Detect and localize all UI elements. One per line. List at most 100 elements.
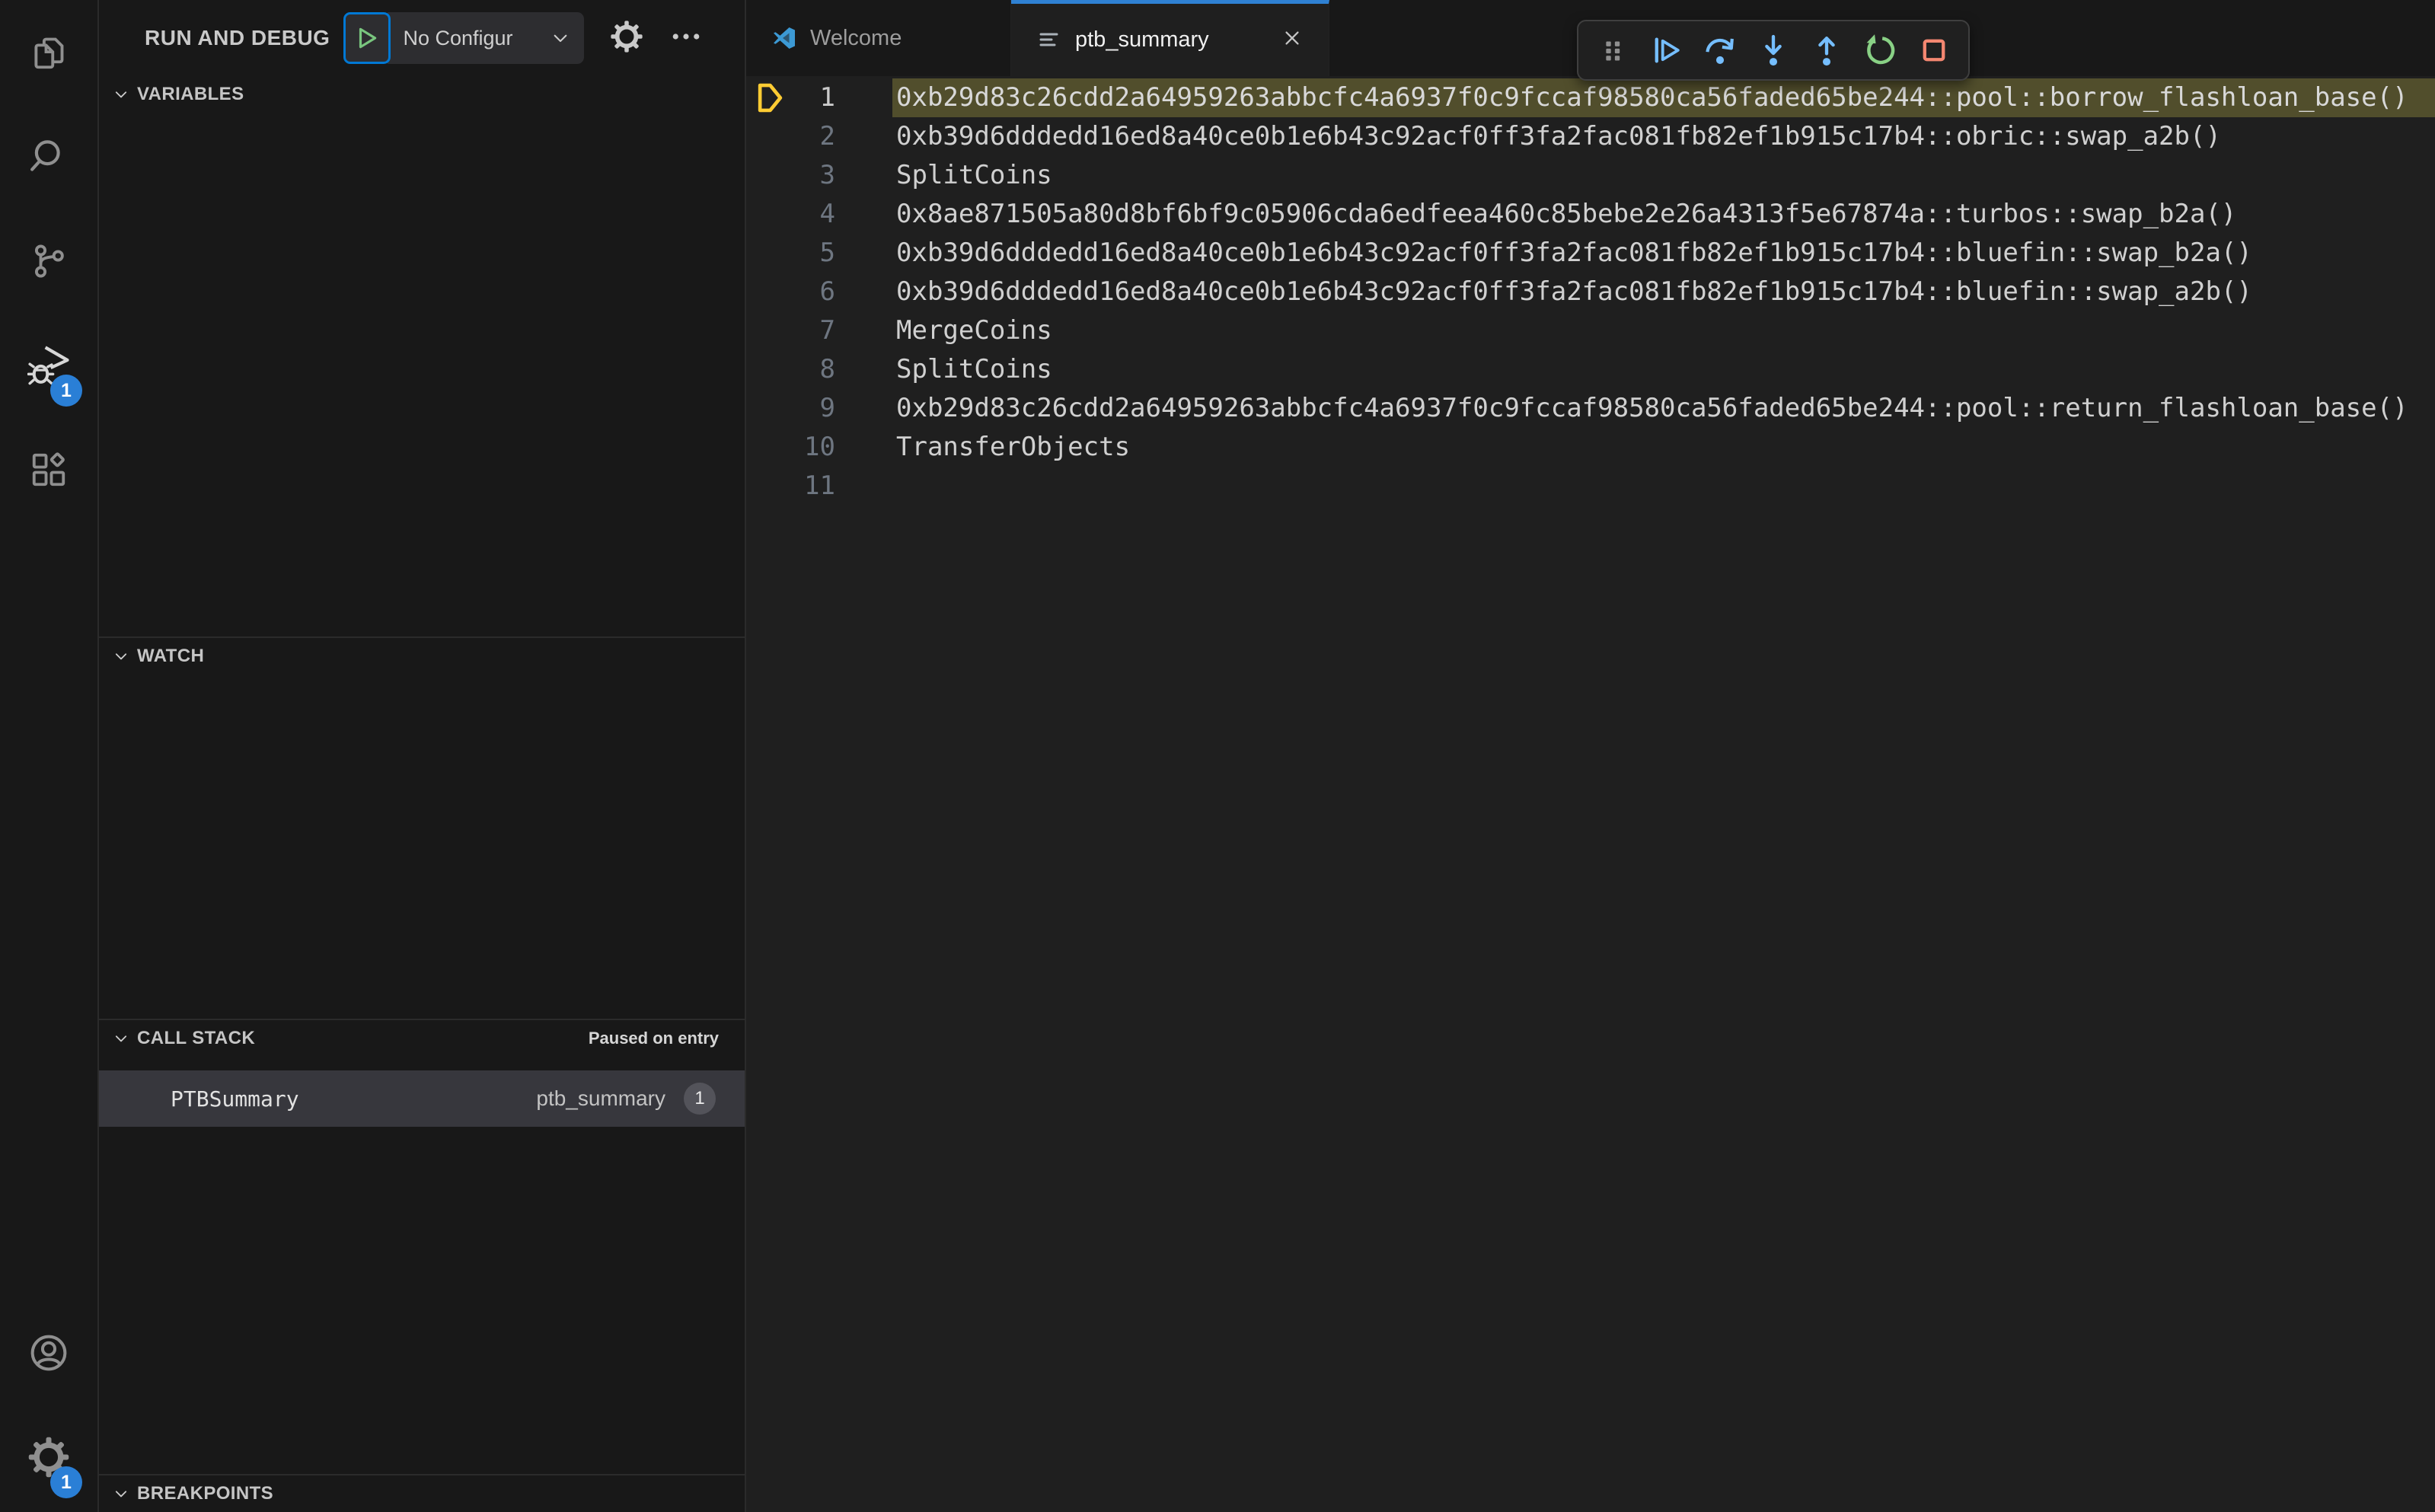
code-line[interactable]: 2 0xb39d6dddedd16ed8a40ce0b1e6b43c92acf0f…	[746, 117, 2435, 156]
line-number: 10	[804, 432, 835, 462]
continue-icon	[1648, 33, 1683, 68]
tab-ptb-summary-label: ptb_summary	[1075, 27, 1209, 52]
call-stack-frame-row[interactable]: PTBSummary ptb_summary 1	[99, 1070, 745, 1127]
code-line[interactable]: 7 MergeCoins	[746, 311, 2435, 350]
source-control-icon	[27, 240, 70, 282]
breakpoints-section-header[interactable]: BREAKPOINTS	[99, 1475, 745, 1512]
code-editor[interactable]: 1 0xb29d83c26cdd2a64959263abbcfc4a6937f0…	[746, 76, 2435, 1512]
stop-icon	[1916, 33, 1952, 68]
watch-label: WATCH	[137, 646, 205, 666]
vscode-window: 1 1 RUN AND DEBUG No Configur VARIABLES …	[0, 0, 2435, 1512]
tab-welcome-label: Welcome	[810, 25, 902, 50]
paused-status: Paused on entry	[588, 1029, 719, 1048]
chevron-down-icon	[551, 28, 570, 48]
close-tab-button[interactable]	[1281, 27, 1303, 53]
start-debugging-button[interactable]	[343, 12, 391, 64]
activity-item-search[interactable]	[0, 104, 97, 209]
code-line[interactable]: 1 0xb29d83c26cdd2a64959263abbcfc4a6937f0…	[746, 78, 2435, 117]
chevron-down-icon	[113, 648, 129, 665]
line-number: 4	[819, 199, 835, 229]
activity-item-run-and-debug[interactable]: 1	[0, 313, 97, 417]
line-text: SplitCoins	[896, 160, 1052, 190]
code-line[interactable]: 3 SplitCoins	[746, 156, 2435, 195]
code-line[interactable]: 10 TransferObjects	[746, 428, 2435, 467]
variables-section-header[interactable]: VARIABLES	[99, 76, 745, 113]
step-over-button[interactable]	[1701, 31, 1739, 69]
tab-ptb-summary[interactable]: ptb_summary	[1011, 0, 1329, 76]
debug-config-dropdown[interactable]: No Configur	[388, 12, 585, 64]
step-out-icon	[1809, 33, 1844, 68]
line-number: 8	[819, 354, 835, 384]
step-into-button[interactable]	[1754, 31, 1792, 69]
code-line[interactable]: 5 0xb39d6dddedd16ed8a40ce0b1e6b43c92acf0f…	[746, 234, 2435, 273]
debug-settings-button[interactable]	[610, 20, 643, 57]
variables-section: VARIABLES	[99, 76, 745, 636]
debug-badge: 1	[50, 375, 82, 407]
sidebar-header: RUN AND DEBUG No Configur	[99, 0, 745, 76]
restart-button[interactable]	[1862, 31, 1900, 69]
step-out-button[interactable]	[1808, 31, 1846, 69]
line-number: 6	[819, 276, 835, 307]
call-stack-section: CALL STACK Paused on entry PTBSummary pt…	[99, 1019, 745, 1474]
line-text: TransferObjects	[896, 432, 1131, 462]
line-number: 11	[804, 471, 835, 501]
close-icon	[1281, 27, 1303, 49]
more-actions-button[interactable]	[669, 20, 703, 57]
line-text: 0xb29d83c26cdd2a64959263abbcfc4a6937f0c9…	[892, 78, 2435, 117]
activity-item-source-control[interactable]	[0, 209, 97, 313]
activity-item-settings[interactable]: 1	[0, 1405, 97, 1509]
stop-button[interactable]	[1915, 31, 1953, 69]
debug-toolbar	[1577, 20, 1970, 81]
code-line[interactable]: 4 0x8ae871505a80d8bf6bf9c05906cda6edfeea4…	[746, 195, 2435, 234]
vscode-logo-icon	[772, 26, 796, 50]
code-line[interactable]: 11	[746, 467, 2435, 506]
line-number: 7	[819, 315, 835, 346]
activity-bar-bottom: 1	[0, 1300, 97, 1512]
watch-section: WATCH	[99, 636, 745, 1019]
frame-count-badge: 1	[684, 1083, 716, 1115]
line-number: 3	[819, 160, 835, 190]
continue-button[interactable]	[1647, 31, 1685, 69]
gripper-icon	[1595, 33, 1630, 68]
breakpoints-section: BREAKPOINTS	[99, 1474, 745, 1512]
line-text	[892, 467, 2435, 506]
line-text: SplitCoins	[896, 354, 1052, 384]
watch-section-header[interactable]: WATCH	[99, 638, 745, 675]
settings-badge: 1	[50, 1466, 82, 1498]
current-stackframe-arrow-icon	[756, 81, 784, 114]
call-stack-label: CALL STACK	[137, 1028, 256, 1048]
activity-item-accounts[interactable]	[0, 1300, 97, 1405]
debug-config-group: No Configur	[343, 12, 585, 64]
line-number: 9	[819, 393, 835, 423]
files-icon	[27, 31, 70, 74]
play-icon	[354, 25, 380, 51]
line-number: 2	[819, 121, 835, 152]
frame-file: ptb_summary	[536, 1086, 665, 1110]
code-line[interactable]: 8 SplitCoins	[746, 350, 2435, 389]
editor-group: Welcome ptb_summary 1 0xb29d83c26cdd2a64…	[746, 0, 2435, 1512]
code-line[interactable]: 9 0xb29d83c26cdd2a64959263abbcfc4a6937f0c…	[746, 389, 2435, 428]
tab-welcome[interactable]: Welcome	[746, 0, 1011, 76]
account-icon	[27, 1332, 70, 1374]
chevron-down-icon	[113, 1030, 129, 1047]
activity-item-extensions[interactable]	[0, 417, 97, 522]
code-line[interactable]: 6 0xb39d6dddedd16ed8a40ce0b1e6b43c92acf0f…	[746, 273, 2435, 311]
toolbar-drag-handle[interactable]	[1594, 31, 1632, 69]
activity-item-explorer[interactable]	[0, 0, 97, 104]
run-and-debug-sidebar: RUN AND DEBUG No Configur VARIABLES WATC…	[99, 0, 746, 1512]
line-number: 5	[819, 238, 835, 268]
activity-bar: 1 1	[0, 0, 99, 1512]
line-text: 0xb39d6dddedd16ed8a40ce0b1e6b43c92acf0ff…	[896, 238, 2252, 268]
search-icon	[27, 136, 70, 178]
step-over-icon	[1703, 33, 1738, 68]
step-into-icon	[1756, 33, 1791, 68]
chevron-down-icon	[113, 86, 129, 103]
ellipsis-icon	[669, 20, 703, 53]
call-stack-section-header[interactable]: CALL STACK Paused on entry	[99, 1020, 745, 1057]
variables-label: VARIABLES	[137, 84, 244, 104]
breakpoints-label: BREAKPOINTS	[137, 1483, 274, 1504]
line-text: 0xb39d6dddedd16ed8a40ce0b1e6b43c92acf0ff…	[896, 276, 2252, 307]
sidebar-title: RUN AND DEBUG	[145, 26, 330, 49]
line-text: MergeCoins	[896, 315, 1052, 346]
chevron-down-icon	[113, 1485, 129, 1502]
